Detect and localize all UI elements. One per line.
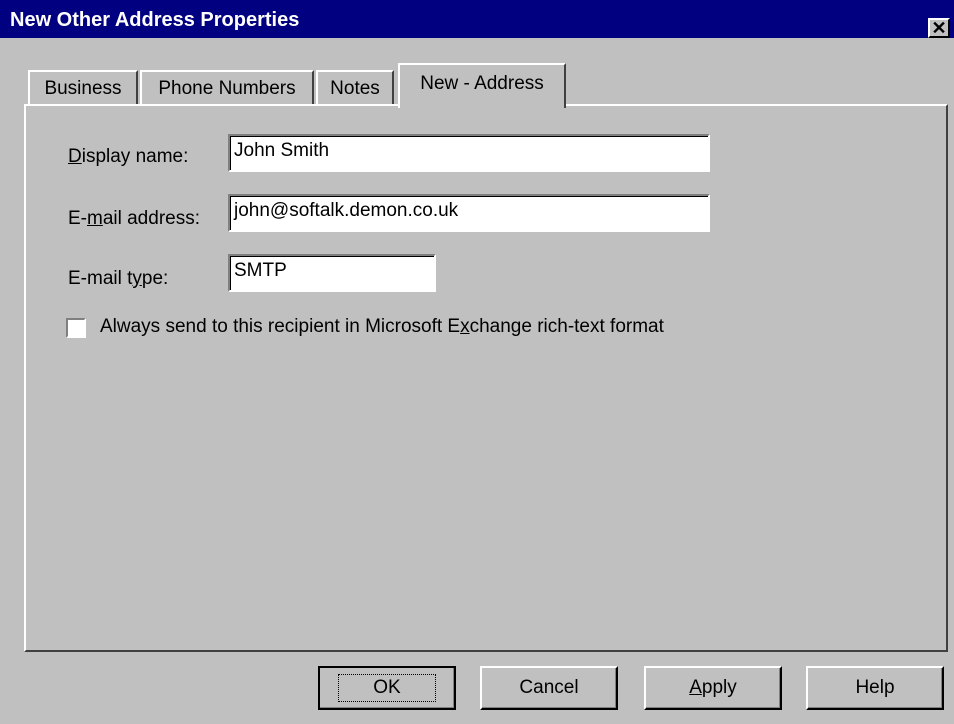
email-address-input[interactable]: john@softalk.demon.co.uk (228, 194, 710, 232)
email-type-label: E-mail type: (68, 268, 169, 289)
tab-business-label: Business (44, 78, 122, 99)
ok-button[interactable]: OK (318, 666, 456, 710)
help-button-label: Help (855, 677, 895, 698)
tab-new-address-label: New - Address (420, 72, 544, 94)
apply-button-label: Apply (689, 677, 737, 698)
rich-text-label[interactable]: Always send to this recipient in Microso… (100, 316, 664, 338)
tab-new-address[interactable]: New - Address (398, 63, 566, 108)
close-icon: ✕ (931, 18, 947, 38)
tab-notes[interactable]: Notes (316, 70, 394, 106)
display-name-label: Display name: (68, 146, 189, 167)
help-button[interactable]: Help (806, 666, 944, 710)
tab-panel (24, 104, 948, 652)
rich-text-checkbox[interactable] (66, 318, 86, 338)
email-type-input[interactable]: SMTP (228, 254, 436, 292)
tab-phone-numbers-label: Phone Numbers (158, 78, 296, 99)
title-bar: New Other Address Properties ✕ (0, 0, 954, 38)
close-button[interactable]: ✕ (928, 18, 950, 38)
ok-button-label: OK (338, 674, 436, 702)
email-address-label: E-mail address: (68, 208, 200, 229)
cancel-button-label: Cancel (519, 677, 579, 698)
window-title: New Other Address Properties (10, 9, 300, 31)
tab-notes-label: Notes (330, 78, 380, 99)
apply-button[interactable]: Apply (644, 666, 782, 710)
tab-phone-numbers[interactable]: Phone Numbers (140, 70, 314, 106)
cancel-button[interactable]: Cancel (480, 666, 618, 710)
tab-business[interactable]: Business (28, 70, 138, 106)
display-name-input[interactable]: John Smith (228, 134, 710, 172)
